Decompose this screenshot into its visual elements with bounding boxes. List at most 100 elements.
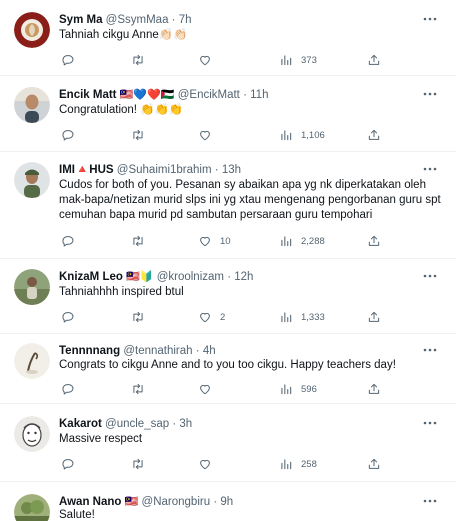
reply-button[interactable]	[61, 52, 83, 68]
like-button[interactable]	[198, 127, 220, 143]
display-name[interactable]: Kakarot	[59, 418, 102, 430]
timestamp[interactable]: 12h	[234, 271, 253, 283]
share-button[interactable]	[367, 52, 381, 68]
user-handle[interactable]: @Suhaimi1brahim	[117, 164, 212, 176]
heart-icon	[198, 53, 212, 67]
timestamp[interactable]: 13h	[222, 164, 241, 176]
views-button[interactable]: 1,333	[279, 309, 325, 325]
outdoor-avatar[interactable]	[14, 269, 50, 305]
display-name[interactable]: Sym Ma	[59, 14, 102, 26]
separator-dot: ·	[213, 496, 218, 508]
view-count: 258	[301, 458, 317, 470]
reply-tweet[interactable]: IMI🔺HUS @Suhaimi1brahim · 13h Cudos for …	[0, 152, 456, 259]
share-button[interactable]	[367, 381, 381, 397]
views-button[interactable]: 2,288	[279, 233, 325, 249]
separator-dot: ·	[172, 418, 177, 430]
coffee-avatar[interactable]	[14, 12, 50, 48]
user-handle[interactable]: @Narongbiru	[142, 496, 211, 508]
retweet-button[interactable]	[131, 456, 153, 472]
view-count: 596	[301, 383, 317, 395]
user-handle[interactable]: @kroolnizam	[157, 271, 224, 283]
retweet-icon	[131, 234, 145, 248]
reply-icon	[61, 128, 75, 142]
reply-icon	[61, 382, 75, 396]
retweet-button[interactable]	[131, 309, 153, 325]
user-handle[interactable]: @SsymMaa	[106, 14, 169, 26]
reply-icon	[61, 457, 75, 471]
views-chart-icon	[279, 310, 293, 324]
more-options-icon[interactable]	[422, 268, 438, 284]
like-count: 10	[220, 235, 231, 247]
heart-icon	[198, 382, 212, 396]
display-name[interactable]: Encik Matt	[59, 89, 117, 101]
more-options-icon[interactable]	[422, 342, 438, 358]
man-avatar[interactable]	[14, 87, 50, 123]
soldier-avatar[interactable]	[14, 162, 50, 198]
like-button[interactable]	[198, 381, 220, 397]
like-button[interactable]	[198, 456, 220, 472]
display-name[interactable]: Tennnnang	[59, 345, 120, 357]
retweet-button[interactable]	[131, 381, 153, 397]
retweet-button[interactable]	[131, 52, 153, 68]
more-options-icon[interactable]	[422, 415, 438, 431]
heart-icon	[198, 128, 212, 142]
retweet-icon	[131, 310, 145, 324]
cartoon-avatar[interactable]	[14, 416, 50, 452]
tweet-text: Cudos for both of you. Pesanan sy abaika…	[59, 179, 444, 221]
views-button[interactable]: 1,106	[279, 127, 325, 143]
action-bar: 373	[59, 52, 442, 68]
retweet-button[interactable]	[131, 127, 153, 143]
reply-button[interactable]	[61, 127, 83, 143]
more-options-icon[interactable]	[422, 11, 438, 27]
display-name[interactable]: IMI🔺HUS	[59, 164, 114, 176]
share-button[interactable]	[367, 233, 381, 249]
more-options-icon[interactable]	[422, 161, 438, 177]
reply-tweet[interactable]: Kakarot @uncle_sap · 3h Massive respect …	[0, 404, 456, 482]
views-button[interactable]: 258	[279, 456, 317, 472]
reply-tweet[interactable]: Encik Matt 🇲🇾💙❤️🇵🇸 @EncikMatt · 11h Cong…	[0, 76, 456, 152]
timestamp[interactable]: 7h	[179, 14, 192, 26]
timestamp[interactable]: 4h	[203, 345, 216, 357]
reply-tweet[interactable]: Sym Ma @SsymMaa · 7h Tahniah cikgu Anne👏…	[0, 0, 456, 76]
sketch-avatar[interactable]	[14, 343, 50, 379]
share-button[interactable]	[367, 456, 381, 472]
action-bar: 596	[59, 381, 442, 397]
user-handle[interactable]: @uncle_sap	[105, 418, 169, 430]
tweet-text: Massive respect	[59, 433, 143, 445]
share-icon	[367, 457, 381, 471]
timestamp[interactable]: 3h	[179, 418, 192, 430]
tweet-text: Congratulation! 👏👏👏	[59, 104, 184, 116]
action-bar: 10 2,288	[59, 233, 442, 249]
timestamp[interactable]: 11h	[250, 89, 268, 101]
views-button[interactable]: 596	[279, 381, 317, 397]
display-name[interactable]: Awan Nano	[59, 496, 121, 508]
more-options-icon[interactable]	[422, 86, 438, 102]
nature-avatar[interactable]	[14, 494, 50, 521]
share-button[interactable]	[367, 127, 381, 143]
like-button[interactable]: 10	[198, 233, 231, 249]
view-count: 373	[301, 54, 317, 66]
reply-tweet[interactable]: Tennnnang @tennathirah · 4h Congrats to …	[0, 334, 456, 404]
user-handle[interactable]: @tennathirah	[123, 345, 192, 357]
reply-tweet[interactable]: Awan Nano 🇲🇾 @Narongbiru · 9h Salute!	[0, 482, 456, 521]
timestamp[interactable]: 9h	[220, 496, 233, 508]
view-count: 1,106	[301, 129, 325, 141]
separator-dot: ·	[195, 345, 200, 357]
reply-button[interactable]	[61, 309, 83, 325]
like-button[interactable]	[198, 52, 220, 68]
user-handle[interactable]: @EncikMatt	[178, 89, 240, 101]
display-name[interactable]: KnizaM Leo	[59, 271, 123, 283]
like-button[interactable]: 2	[198, 309, 225, 325]
share-button[interactable]	[367, 309, 381, 325]
retweet-button[interactable]	[131, 233, 153, 249]
retweet-icon	[131, 53, 145, 67]
reply-button[interactable]	[61, 381, 83, 397]
view-count: 2,288	[301, 235, 325, 247]
reply-button[interactable]	[61, 456, 83, 472]
tweet-text: Tahniah cikgu Anne👏🏻👏🏻	[59, 29, 188, 41]
more-options-icon[interactable]	[422, 493, 438, 509]
separator-dot: ·	[227, 271, 232, 283]
reply-button[interactable]	[61, 233, 83, 249]
views-button[interactable]: 373	[279, 52, 317, 68]
reply-tweet[interactable]: KnizaM Leo 🇲🇾🔰 @kroolnizam · 12h Tahniah…	[0, 259, 456, 334]
